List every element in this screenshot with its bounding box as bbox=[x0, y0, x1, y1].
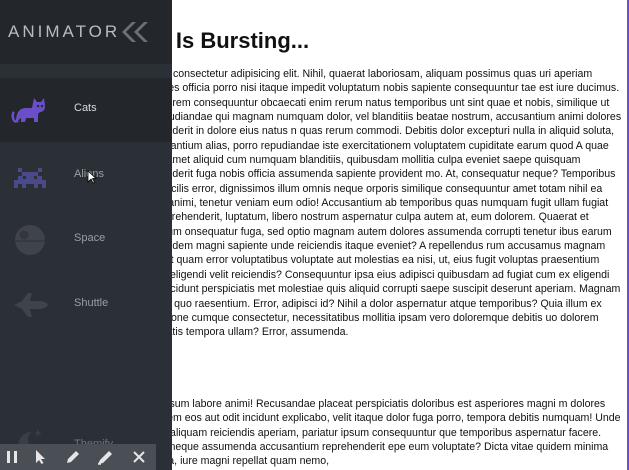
alien-icon bbox=[10, 158, 50, 194]
article-paragraph: sit amet, consectetur adipisicing elit. … bbox=[130, 68, 622, 339]
sidebar-item-label: Shuttle bbox=[74, 297, 109, 309]
pointer-button[interactable] bbox=[28, 444, 54, 470]
shuttle-icon bbox=[10, 287, 50, 323]
death-star-icon bbox=[10, 222, 50, 258]
close-button[interactable] bbox=[126, 444, 152, 470]
pointer-icon bbox=[36, 450, 45, 464]
animator-sidebar: ANIMATOR Cats Space Shuttle bbox=[0, 0, 172, 470]
sidebar-item-label: Space bbox=[74, 232, 106, 244]
mouse-cursor-icon bbox=[87, 170, 98, 184]
pencil-icon bbox=[67, 451, 79, 463]
app-title: ANIMATOR bbox=[8, 22, 121, 41]
marker-button[interactable] bbox=[92, 444, 118, 470]
double-chevron-left-icon[interactable] bbox=[118, 20, 150, 44]
pause-icon bbox=[7, 451, 17, 463]
sidebar-item-shuttle[interactable]: Shuttle bbox=[0, 273, 172, 337]
sidebar-item-label: Cats bbox=[74, 102, 97, 114]
article-body: sit amet, consectetur adipisicing elit. … bbox=[130, 67, 622, 469]
pencil-button[interactable] bbox=[60, 444, 86, 470]
close-icon bbox=[133, 451, 145, 463]
cat-icon bbox=[10, 92, 50, 128]
sidebar-item-space[interactable]: Space bbox=[0, 208, 172, 272]
pause-button[interactable] bbox=[0, 444, 26, 470]
sidebar-header: ANIMATOR bbox=[0, 0, 172, 64]
sidebar-item-cats[interactable]: Cats bbox=[0, 78, 172, 142]
animation-toolbar bbox=[0, 444, 156, 470]
article-paragraph: , error ipsum labore animi! Recusandae p… bbox=[130, 398, 621, 468]
marker-icon bbox=[98, 451, 112, 465]
sidebar-item-aliens[interactable]: Aliens bbox=[0, 144, 172, 208]
